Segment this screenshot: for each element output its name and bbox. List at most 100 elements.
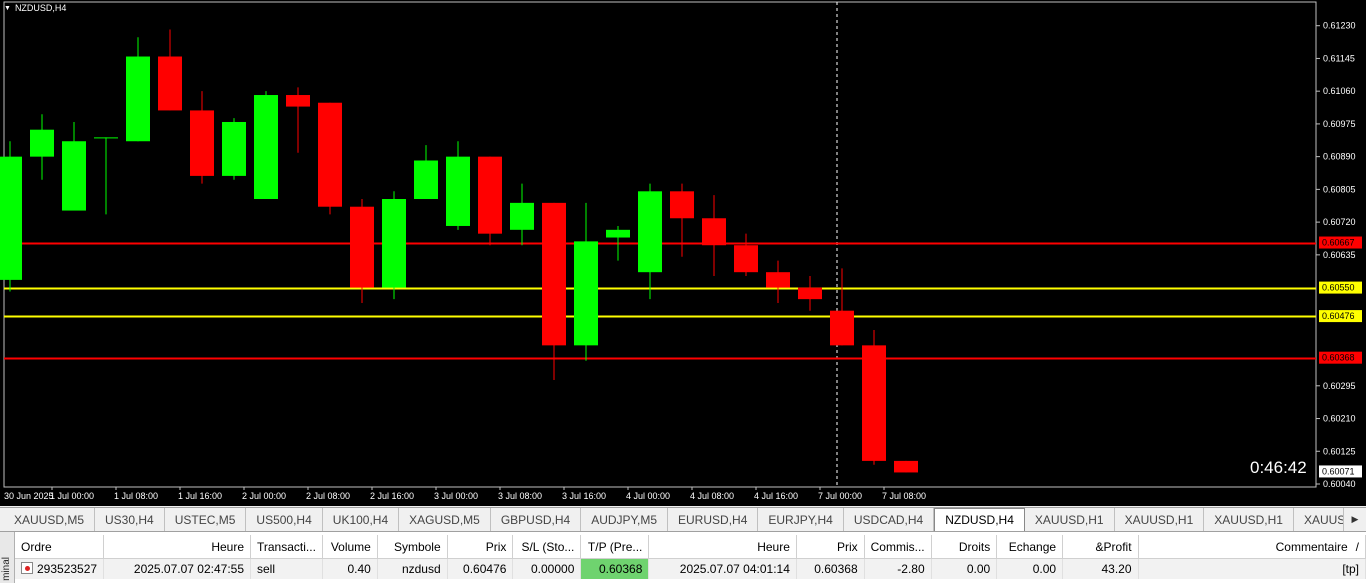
time-tick-label: 1 Jul 00:00: [50, 491, 94, 501]
time-tick-label: 1 Jul 08:00: [114, 491, 158, 501]
time-tick-label: 7 Jul 08:00: [882, 491, 926, 501]
tab-usdcad-h4[interactable]: USDCAD,H4: [844, 508, 935, 531]
table-cell: 0.00000: [512, 558, 582, 579]
time-tick-label: 4 Jul 16:00: [754, 491, 798, 501]
tab-xagusd-m5[interactable]: XAGUSD,M5: [399, 508, 491, 531]
price-tick-label: 0.60635: [1323, 250, 1356, 260]
tab-us30-h4[interactable]: US30,H4: [95, 508, 165, 531]
price-tick-label: 0.60040: [1323, 479, 1356, 489]
candle-countdown: 0:46:42: [1250, 458, 1307, 477]
column-header-label: S/L (Sto...: [521, 539, 575, 554]
candle-body: [894, 460, 918, 473]
tab-ustec-m5[interactable]: USTEC,M5: [165, 508, 247, 531]
candle-body: [190, 110, 214, 176]
column-header[interactable]: Echange: [996, 535, 1064, 559]
table-cell: sell: [250, 558, 323, 579]
column-header[interactable]: Ordre: [15, 535, 105, 559]
table-cell-value: nzdusd: [401, 562, 441, 576]
column-header[interactable]: Commentaire /: [1138, 535, 1366, 559]
tab-xauusd-m5[interactable]: XAUUSD,M5: [4, 508, 96, 531]
column-header[interactable]: Prix: [796, 535, 865, 559]
table-header-row: Ordre Heure Transacti... Volume Symbole Prix S…: [15, 535, 1366, 559]
tab-xauusd-h1[interactable]: XAUUSD,H1: [1115, 508, 1205, 531]
time-tick-label: 7 Jul 00:00: [818, 491, 862, 501]
tab-us500-h4[interactable]: US500,H4: [246, 508, 323, 531]
candle-body: [30, 129, 54, 157]
candle-body: [798, 287, 822, 300]
column-header-label: &Profit: [1095, 539, 1132, 554]
tab-scroll-button[interactable]: ▶: [1343, 508, 1366, 531]
price-tick-label: 0.61060: [1323, 86, 1356, 96]
candle-body: [126, 56, 150, 142]
price-line-label: 0.60550: [1322, 283, 1355, 293]
table-cell: -2.80: [864, 558, 932, 579]
table-cell-value: 0.00: [966, 562, 991, 576]
sell-order-icon: [21, 562, 33, 574]
table-cell-value: 0.40: [347, 562, 371, 576]
candle-body: [734, 245, 758, 273]
column-header[interactable]: Symbole: [377, 535, 448, 559]
table-cell: 0.60368: [580, 558, 650, 579]
tab-uk100-h4[interactable]: UK100,H4: [323, 508, 400, 531]
price-axis: 0.61230 0.61145 0.61060 0.60975 0.60890 0.608…: [1316, 21, 1362, 489]
candle-body: [446, 156, 470, 226]
candle-body: [0, 156, 22, 280]
sort-indicator: /: [1355, 539, 1359, 554]
triangle-down-icon[interactable]: ▼: [4, 5, 11, 12]
table-cell-value: 43.20: [1101, 562, 1132, 576]
candle-body: [766, 272, 790, 288]
candle-body: [670, 191, 694, 219]
table-cell: 2025.07.07 04:01:14: [648, 558, 797, 579]
tab-xauusd-h1[interactable]: XAUUSD,H1: [1204, 508, 1294, 531]
candle-body: [638, 191, 662, 273]
column-header[interactable]: Droits: [931, 535, 998, 559]
tab-audjpy-m5[interactable]: AUDJPY,M5: [581, 508, 669, 531]
chart-area[interactable]: 0.61230 0.61145 0.61060 0.60975 0.60890 0.608…: [0, 0, 1366, 506]
time-tick-label: 3 Jul 00:00: [434, 491, 478, 501]
terminal-side-handle[interactable]: minal: [0, 532, 15, 583]
tab-xauusd-h1[interactable]: XAUUSD,H1: [1025, 508, 1115, 531]
last-price-label: 0.60071: [1322, 466, 1355, 476]
column-header-label: Commentaire: [1275, 539, 1348, 554]
table-row[interactable]: 293523527 2025.07.07 02:47:55 sell 0.40 nzdu…: [15, 558, 1366, 579]
table-cell-value: [tp]: [1342, 562, 1359, 576]
triangle-right-icon: ▶: [1351, 514, 1359, 524]
column-header[interactable]: Volume: [322, 535, 378, 559]
column-header[interactable]: Prix: [447, 535, 514, 559]
candle-body: [222, 121, 246, 176]
candle-body: [478, 156, 502, 234]
tab-gbpusd-h4[interactable]: GBPUSD,H4: [491, 508, 582, 531]
table-cell-value: 0.60368: [814, 562, 858, 576]
time-tick-label: 30 Jun 2025: [4, 491, 54, 501]
price-tick-label: 0.61145: [1323, 53, 1355, 63]
candle-body: [286, 95, 310, 107]
column-header[interactable]: T/P (Pre...: [580, 535, 650, 559]
price-line-label: 0.60667: [1322, 238, 1355, 248]
column-header[interactable]: S/L (Sto...: [512, 535, 582, 559]
chart-canvas[interactable]: 0.61230 0.61145 0.61060 0.60975 0.60890 0.608…: [0, 0, 1366, 506]
table-cell: 2025.07.07 02:47:55: [103, 558, 251, 579]
candle-body: [158, 56, 182, 111]
time-tick-label: 3 Jul 16:00: [562, 491, 606, 501]
table-cell-value: 0.00: [1032, 562, 1057, 576]
tab-nzdusd-h4[interactable]: NZDUSD,H4: [934, 508, 1025, 531]
column-header[interactable]: Commis...: [864, 535, 932, 559]
price-tick-label: 0.60805: [1323, 184, 1356, 194]
price-line-label: 0.60476: [1322, 311, 1355, 321]
candle-body: [542, 202, 566, 346]
column-header-label: Echange: [1008, 539, 1057, 554]
price-tick-label: 0.61230: [1323, 21, 1356, 31]
table-cell: [tp]: [1138, 558, 1366, 579]
price-line-label: 0.60368: [1322, 353, 1355, 363]
chart-symbol-title[interactable]: ▼ NZDUSD,H4: [4, 3, 66, 13]
table-cell-value: 293523527: [37, 562, 98, 576]
column-header[interactable]: &Profit: [1062, 535, 1139, 559]
column-header[interactable]: Heure: [103, 535, 251, 559]
candle-body: [606, 229, 630, 238]
column-header[interactable]: Transacti...: [250, 535, 323, 559]
tab-eurjpy-h4[interactable]: EURJPY,H4: [758, 508, 844, 531]
terminal-side-label: minal: [1, 557, 12, 581]
tab-eurusd-h4[interactable]: EURUSD,H4: [668, 508, 759, 531]
column-header[interactable]: Heure: [648, 535, 797, 559]
chart-tabs: XAUUSD,M5 US30,H4 USTEC,M5 US500,H4 UK100,H4…: [0, 507, 1366, 532]
